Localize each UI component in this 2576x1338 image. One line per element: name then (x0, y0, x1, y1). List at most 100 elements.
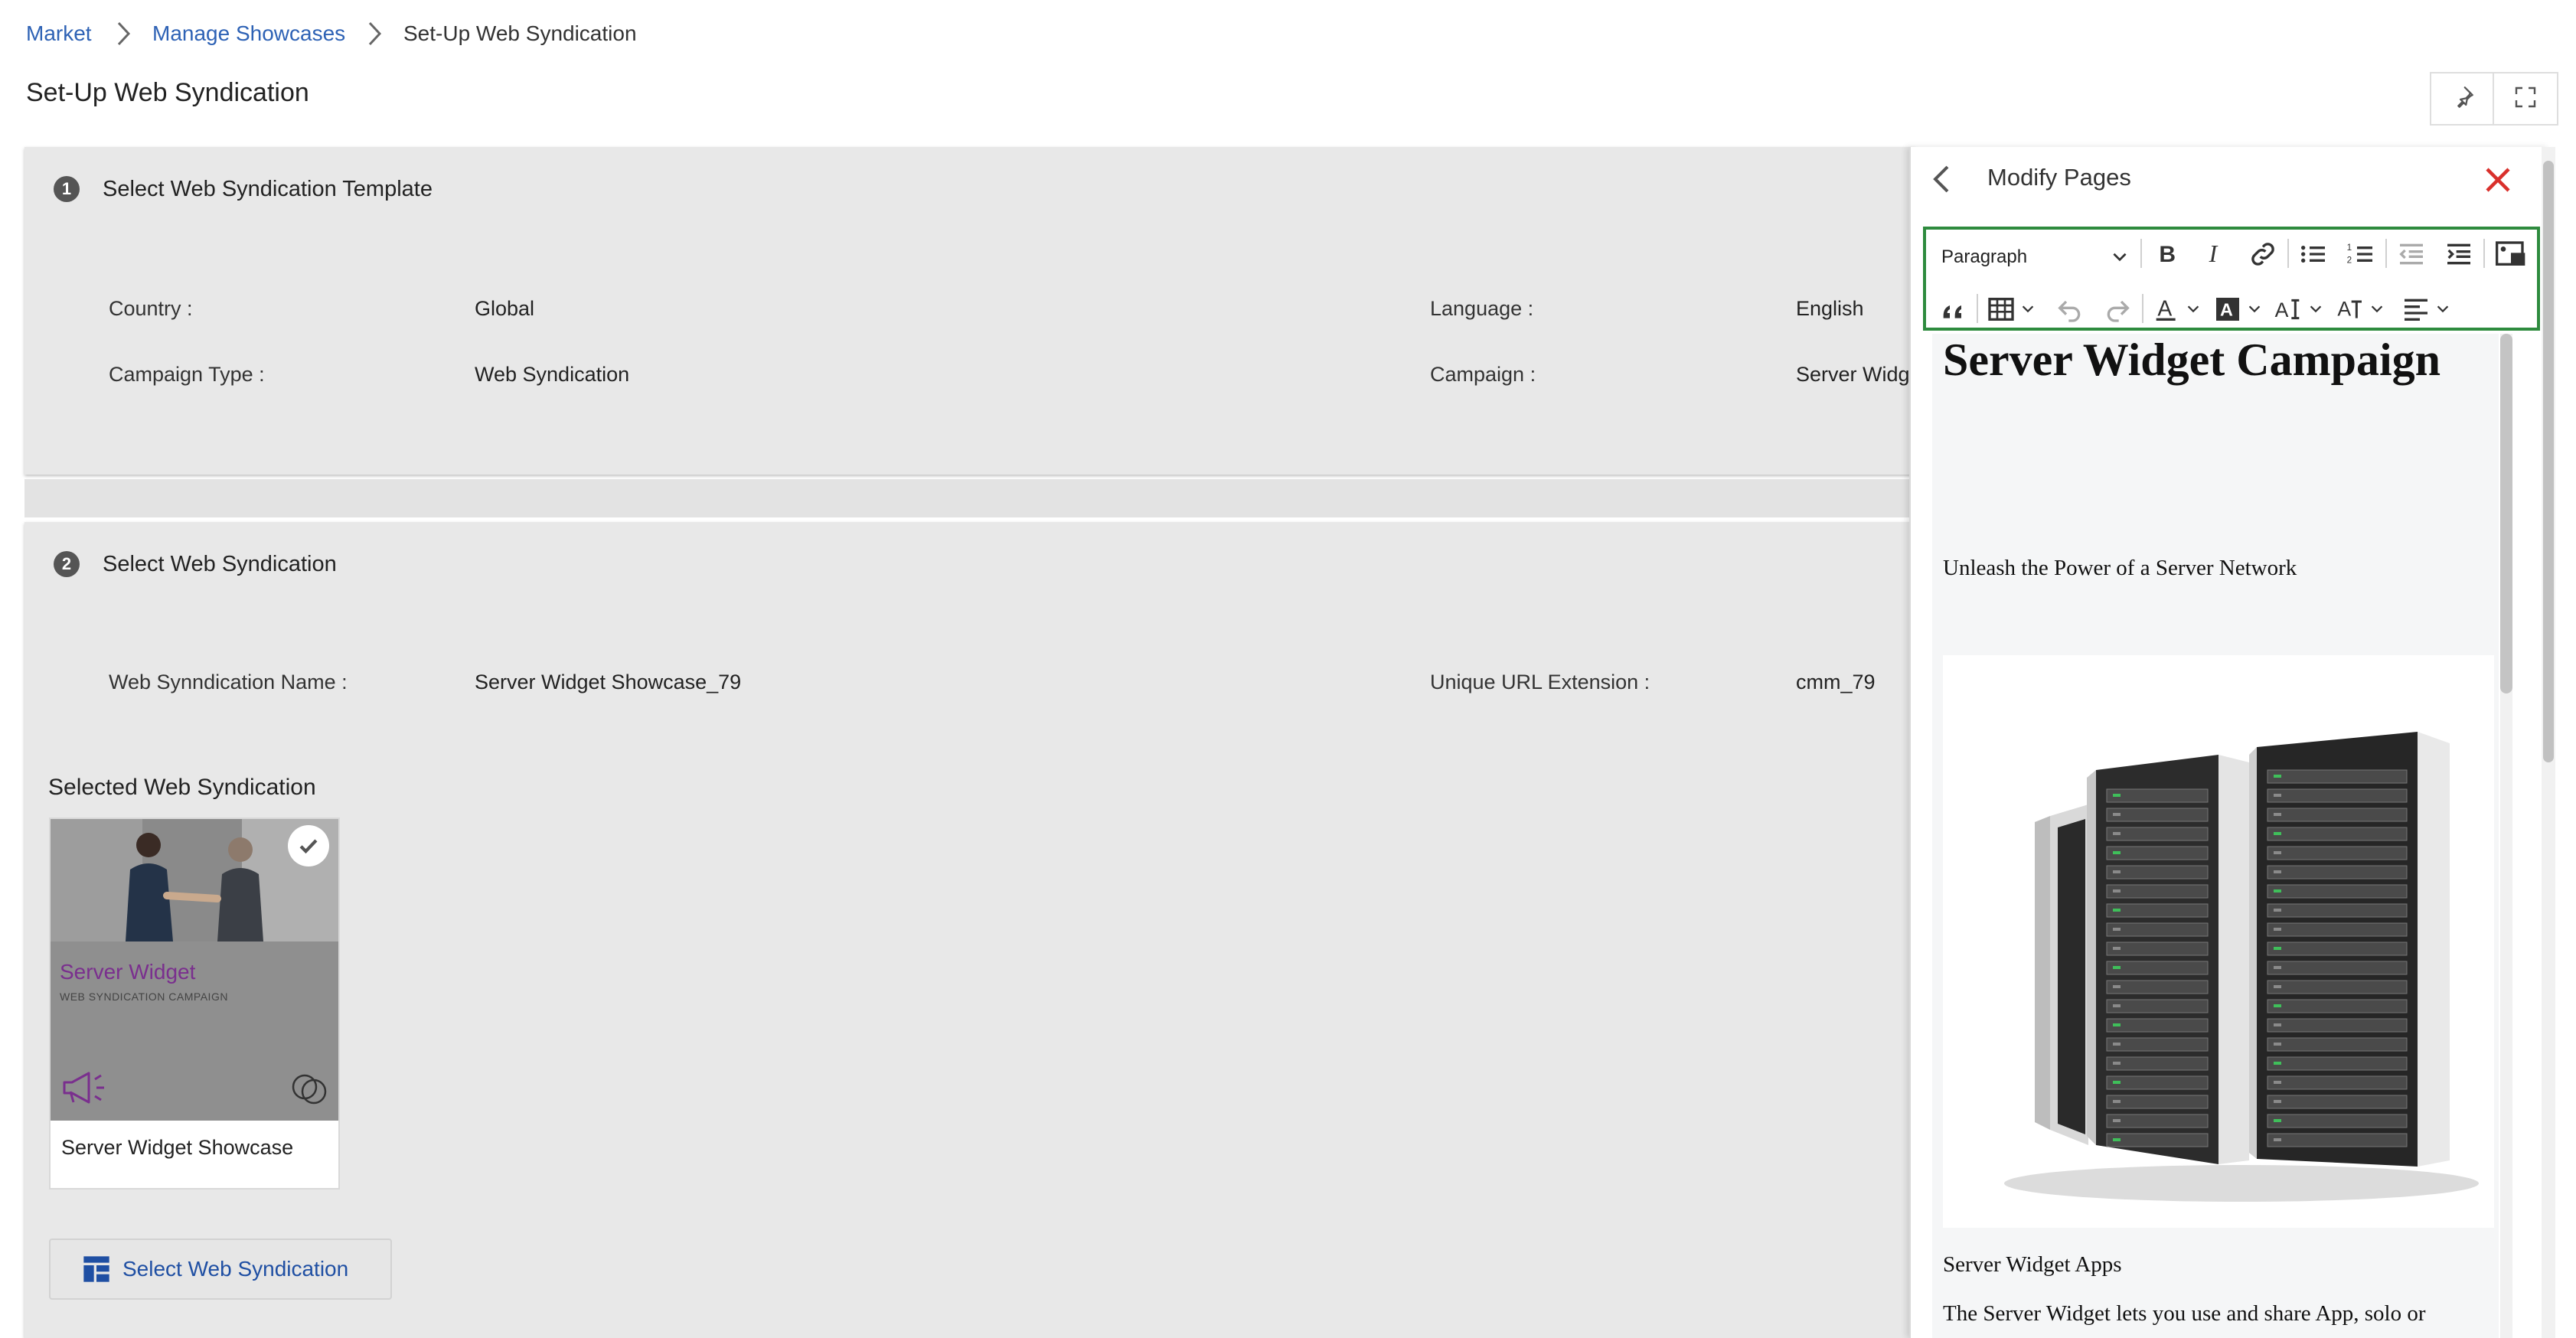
font-size-icon: A (2275, 299, 2300, 321)
table-icon (1988, 298, 2014, 321)
step2-number: 2 (54, 551, 80, 577)
outdent-button[interactable] (2396, 239, 2427, 273)
chevron-down-icon (2185, 300, 2202, 321)
pin-button[interactable] (2430, 72, 2496, 126)
undo-button[interactable] (2055, 294, 2085, 328)
outdent-icon (2399, 243, 2423, 265)
toolbar-separator (2385, 239, 2387, 268)
template-layout-icon (81, 1254, 112, 1284)
chevron-down-icon (2307, 300, 2324, 321)
svg-text:A: A (2157, 296, 2172, 321)
bulleted-list-button[interactable] (2298, 239, 2329, 273)
selected-syndication-heading: Selected Web Syndication (48, 775, 316, 800)
step1-title: Select Web Syndication Template (103, 177, 433, 201)
syndication-thumbnail-card[interactable]: Server Widget WEB SYNDICATION CAMPAIGN S… (49, 817, 340, 1190)
insert-table-button[interactable] (1986, 294, 2016, 328)
breadcrumb-market[interactable]: Market (26, 21, 92, 46)
back-button[interactable] (1926, 162, 1960, 196)
content-heading: Server Widget Campaign (1943, 334, 2441, 385)
editor-scrollbar-thumb[interactable] (2500, 334, 2512, 693)
insert-image-icon (2496, 241, 2525, 266)
numbered-list-button[interactable]: 12 (2346, 239, 2376, 273)
editor-toolbar: Paragraph B I 12 A A A A (1923, 227, 2540, 331)
breadcrumb-manage-showcases[interactable]: Manage Showcases (152, 21, 345, 46)
fullscreen-icon (2513, 85, 2538, 113)
chevron-right-icon (112, 20, 135, 47)
italic-button[interactable]: I (2200, 239, 2231, 273)
language-value: English (1796, 297, 1864, 320)
panel-scrollbar-thumb[interactable] (2543, 161, 2554, 762)
selected-check-icon (288, 825, 329, 866)
indent-icon (2447, 243, 2470, 265)
syndication-name-value: Server Widget Showcase_79 (475, 671, 742, 693)
step2-title: Select Web Syndication (103, 552, 337, 576)
campaign-type-label: Campaign Type : (109, 363, 265, 386)
content-apps-text: The Server Widget lets you use and share… (1943, 1301, 2426, 1326)
link-icon (2251, 243, 2274, 266)
bold-icon: B (2159, 242, 2176, 267)
svg-text:B: B (2159, 242, 2176, 267)
thumbnail-image: Server Widget WEB SYNDICATION CAMPAIGN (51, 819, 338, 1121)
step1-card: 1 Select Web Syndication Template Countr… (24, 147, 1915, 475)
font-color-icon: A (2156, 296, 2176, 321)
font-size-button[interactable]: A (2274, 294, 2304, 328)
select-web-syndication-button[interactable]: Select Web Syndication (49, 1238, 392, 1300)
chevron-down-icon (2246, 300, 2263, 321)
svg-text:A: A (2275, 299, 2289, 321)
toolbar-separator (2140, 239, 2142, 268)
country-label: Country : (109, 297, 193, 320)
close-button[interactable] (2480, 162, 2516, 197)
svg-text:2: 2 (2347, 256, 2352, 266)
redo-button[interactable] (2102, 294, 2133, 328)
chevron-down-icon (2019, 300, 2036, 321)
svg-text:A: A (2220, 299, 2233, 319)
bold-button[interactable]: B (2153, 239, 2183, 273)
url-extension-label: Unique URL Extension : (1430, 671, 1650, 693)
toolbar-separator (2287, 239, 2289, 268)
toolbar-separator (2142, 294, 2143, 323)
chevron-down-icon (2434, 300, 2451, 321)
fullscreen-button[interactable] (2493, 72, 2558, 126)
rich-text-editor[interactable]: Server Widget Campaign Unleash the Power… (1932, 334, 2499, 1338)
chevron-down-icon (2369, 300, 2385, 321)
paragraph-select[interactable]: Paragraph (1941, 246, 2027, 268)
toolbar-separator (1977, 294, 1978, 323)
chevron-down-icon (2110, 246, 2130, 270)
campaign-value: Server Widg (1796, 363, 1910, 386)
thumbnail-label: Server Widget Showcase (61, 1136, 294, 1159)
chevron-right-icon (363, 20, 386, 47)
text-align-button[interactable] (2401, 294, 2431, 328)
link-rings-icon (289, 1069, 329, 1112)
blockquote-button[interactable] (1938, 294, 1969, 328)
campaign-label: Campaign : (1430, 363, 1536, 386)
font-color-button[interactable]: A (2151, 294, 2182, 328)
panel-title: Modify Pages (1987, 164, 2131, 191)
language-label: Language : (1430, 297, 1534, 320)
content-apps-heading: Server Widget Apps (1943, 1252, 2122, 1277)
font-family-icon: A (2337, 297, 2362, 320)
breadcrumb-current: Set-Up Web Syndication (403, 21, 637, 45)
redo-icon (2107, 300, 2130, 322)
select-web-syndication-label: Select Web Syndication (122, 1257, 349, 1281)
country-value: Global (475, 297, 535, 320)
modify-pages-panel: Modify Pages Paragraph B I 12 A A A A Se… (1909, 147, 2549, 1338)
svg-text:1: 1 (2347, 243, 2352, 253)
section-divider (24, 479, 1915, 517)
campaign-type-value: Web Syndication (475, 363, 630, 386)
syndication-name-label: Web Synndication Name : (109, 671, 348, 693)
blockquote-icon (1943, 305, 1961, 318)
svg-text:I: I (2209, 240, 2218, 267)
svg-text:A: A (2337, 297, 2351, 320)
indent-button[interactable] (2444, 239, 2474, 273)
undo-icon (2058, 300, 2081, 322)
page-title: Set-Up Web Syndication (26, 78, 309, 107)
thumbnail-subtitle: WEB SYNDICATION CAMPAIGN (60, 990, 228, 1003)
font-family-button[interactable]: A (2335, 294, 2365, 328)
insert-image-button[interactable] (2494, 239, 2528, 273)
italic-icon: I (2209, 240, 2218, 267)
megaphone-icon (60, 1069, 107, 1111)
background-color-button[interactable]: A (2212, 294, 2243, 328)
link-button[interactable] (2248, 239, 2278, 273)
content-tagline: Unleash the Power of a Server Network (1943, 556, 2297, 580)
numbered-list-icon: 12 (2347, 243, 2372, 266)
